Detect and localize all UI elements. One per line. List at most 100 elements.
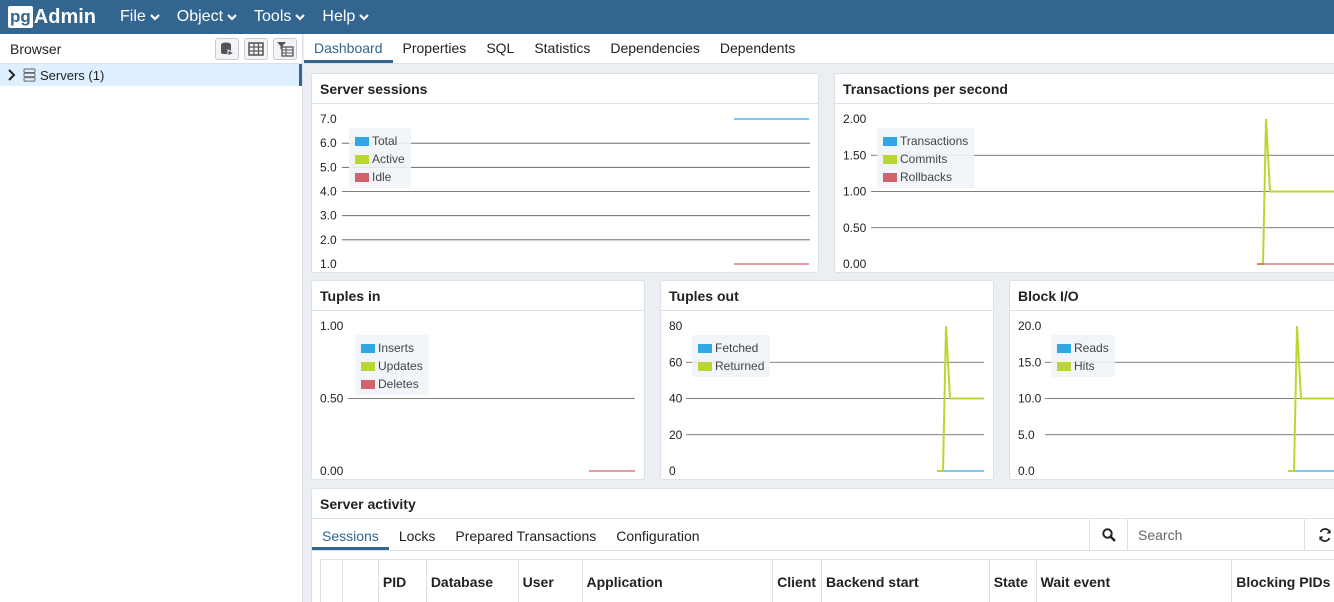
- chevron-right-icon[interactable]: [7, 69, 17, 81]
- column-header-application[interactable]: Application: [583, 560, 774, 602]
- legend-item: Active: [355, 150, 405, 168]
- tuples-in-title: Tuples in: [312, 281, 644, 311]
- menu-file[interactable]: File: [120, 8, 161, 26]
- tab-locks[interactable]: Locks: [389, 528, 446, 550]
- y-tick-label: 0.00: [843, 257, 867, 271]
- legend-label: Reads: [1074, 341, 1109, 355]
- y-tick-label: 15.0: [1018, 355, 1042, 369]
- y-tick-label: 20.0: [1018, 319, 1042, 333]
- legend-label: Active: [372, 152, 405, 166]
- legend-swatch: [698, 343, 712, 353]
- main-menu: File Object Tools Help: [120, 8, 386, 26]
- y-tick-label: 1.0: [320, 257, 337, 271]
- column-header-pid[interactable]: PID: [379, 560, 427, 602]
- legend-swatch: [361, 361, 375, 371]
- legend-swatch: [883, 154, 897, 164]
- menu-object-label: Object: [176, 8, 224, 25]
- column-header-expand: [321, 560, 343, 602]
- legend-label: Rollbacks: [900, 170, 953, 184]
- series-line: [937, 325, 984, 472]
- search-input[interactable]: [1138, 527, 1308, 543]
- refresh-button[interactable]: [1304, 519, 1334, 551]
- menu-help[interactable]: Help: [322, 8, 370, 26]
- y-tick-label: 0.00: [320, 464, 344, 478]
- tab-sql[interactable]: SQL: [476, 40, 524, 63]
- y-tick-label: 4.0: [320, 185, 337, 199]
- server-sessions-card: Server sessions 7.0 6.0 5.0 4.0 3.0 2.0 1.0 To…: [311, 73, 819, 273]
- y-tick-label: 5.0: [1018, 428, 1035, 442]
- server-activity-panel: Server activity Sessions Locks Prepared …: [311, 488, 1334, 602]
- tuples-out-card: Tuples out 80 60 40 20 0 Fetched Returned: [660, 280, 994, 480]
- legend-swatch: [1057, 361, 1071, 371]
- filtered-rows-button[interactable]: [273, 37, 297, 60]
- column-header-blocking-pids[interactable]: Blocking PIDs: [1232, 560, 1334, 602]
- block-io-card: Block I/O 20.0 15.0 10.0 5.0 0.0 Reads Hits: [1009, 280, 1334, 480]
- top-navbar: pg Admin File Object Tools Help: [0, 0, 1334, 34]
- y-tick-label: 1.50: [843, 148, 867, 162]
- column-header-client[interactable]: Client: [773, 560, 823, 602]
- search-icon-wrap: [1090, 519, 1128, 551]
- column-header-state[interactable]: State: [990, 560, 1037, 602]
- y-tick-label: 0.50: [843, 221, 867, 235]
- view-data-button[interactable]: [244, 37, 268, 60]
- legend-item: Total: [355, 132, 405, 150]
- tab-dependents[interactable]: Dependents: [710, 40, 806, 63]
- tab-dependencies[interactable]: Dependencies: [600, 40, 710, 63]
- block-io-title: Block I/O: [1010, 281, 1334, 311]
- servers-icon: [23, 68, 36, 82]
- column-header-backend-start[interactable]: Backend start: [822, 560, 990, 602]
- tab-prepared-transactions[interactable]: Prepared Transactions: [445, 528, 606, 550]
- column-header-user[interactable]: User: [519, 560, 583, 602]
- legend-swatch: [361, 379, 375, 389]
- legend-label: Hits: [1074, 359, 1095, 373]
- legend-label: Idle: [372, 170, 392, 184]
- tps-legend: Transactions Commits Rollbacks: [877, 128, 975, 188]
- legend-item: Commits: [883, 150, 968, 168]
- tps-title: Transactions per second: [835, 74, 1334, 104]
- chevron-down-icon: [295, 14, 306, 21]
- y-tick-label: 2.00: [843, 112, 867, 126]
- server-activity-title: Server activity: [312, 489, 1334, 519]
- legend-label: Inserts: [378, 341, 415, 355]
- tab-dashboard[interactable]: Dashboard: [304, 40, 393, 63]
- menu-file-label: File: [120, 8, 146, 25]
- legend-label: Total: [372, 134, 398, 148]
- legend-item: Transactions: [883, 132, 968, 150]
- series-line: [1288, 325, 1334, 472]
- chevron-down-icon: [150, 14, 160, 21]
- legend-item: Updates: [361, 357, 423, 375]
- tab-configuration[interactable]: Configuration: [606, 528, 709, 550]
- column-header-database[interactable]: Database: [427, 560, 519, 602]
- legend-item: Inserts: [361, 339, 423, 357]
- column-header-wait-event[interactable]: Wait event: [1037, 560, 1233, 602]
- legend-item: Idle: [355, 168, 405, 186]
- logo-pg: pg: [8, 6, 33, 28]
- tab-properties[interactable]: Properties: [393, 40, 477, 63]
- menu-tools[interactable]: Tools: [254, 8, 306, 26]
- sessions-table: PID Database User Application Client Bac…: [320, 559, 1334, 602]
- tuples-out-title: Tuples out: [661, 281, 993, 311]
- tuples-out-legend: Fetched Returned: [692, 335, 771, 377]
- legend-label: Fetched: [715, 341, 759, 355]
- legend-item: Reads: [1057, 339, 1109, 357]
- y-tick-label: 60: [669, 355, 683, 369]
- column-header-actions: [343, 560, 379, 602]
- legend-swatch: [355, 154, 369, 164]
- search-icon: [1101, 528, 1116, 542]
- query-tool-button[interactable]: [215, 37, 239, 60]
- y-tick-label: 10.0: [1018, 392, 1042, 406]
- legend-swatch: [883, 136, 897, 146]
- server-sessions-legend: Total Active Idle: [349, 128, 411, 188]
- legend-item: Rollbacks: [883, 168, 968, 186]
- tab-sessions[interactable]: Sessions: [312, 528, 389, 550]
- y-tick-label: 7.0: [320, 112, 337, 126]
- tree-item-servers[interactable]: Servers (1): [0, 64, 302, 86]
- tab-statistics[interactable]: Statistics: [524, 40, 600, 63]
- legend-item: Returned: [698, 357, 764, 375]
- legend-item: Hits: [1057, 357, 1109, 375]
- y-tick-label: 1.00: [320, 319, 344, 333]
- pgadmin-logo: pg Admin: [8, 0, 96, 34]
- legend-label: Transactions: [900, 134, 969, 148]
- menu-object[interactable]: Object: [177, 8, 238, 26]
- browser-title: Browser: [10, 40, 62, 57]
